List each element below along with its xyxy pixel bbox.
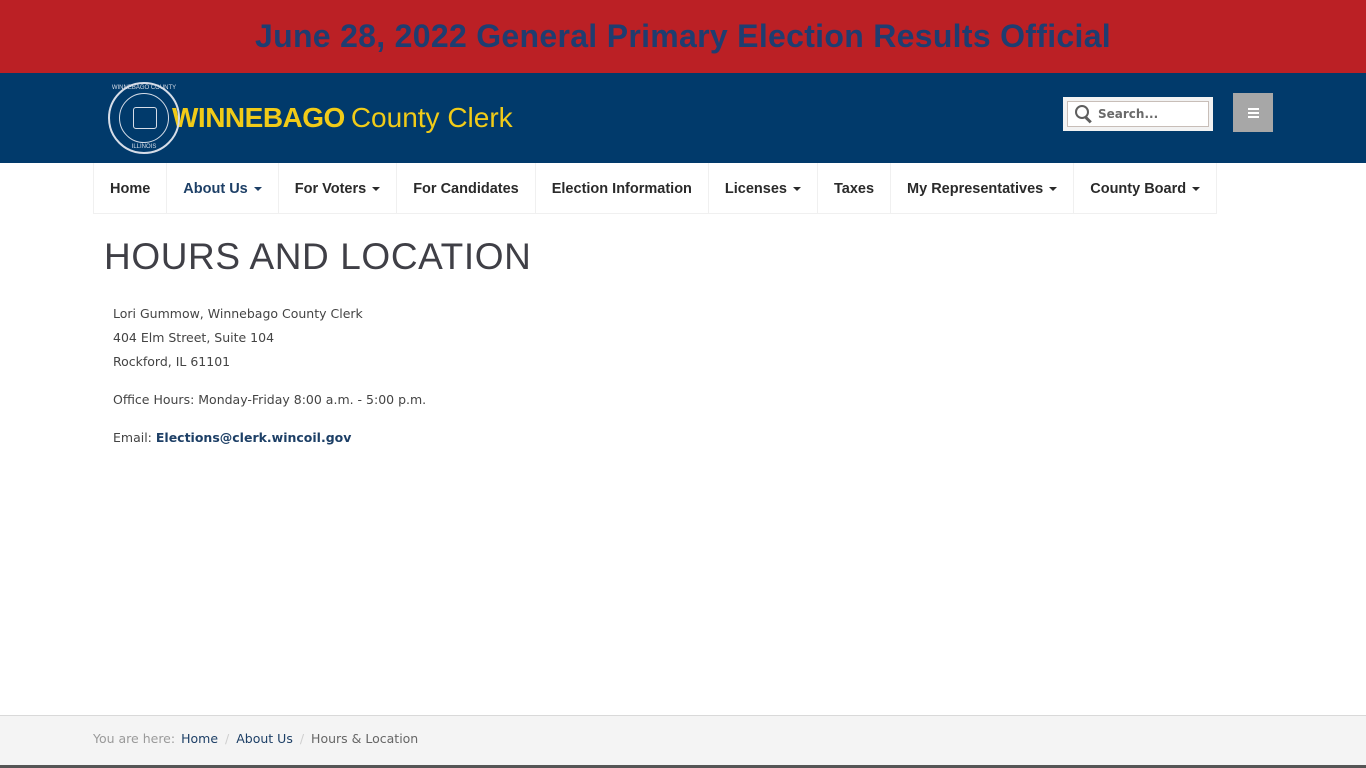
seal-text-top: WINNEBAGO COUNTY bbox=[111, 85, 177, 91]
site-logo[interactable]: WINNEBAGO COUNTY ILLINOIS WINNEBAGO Count… bbox=[108, 82, 513, 154]
caret-down-icon bbox=[1049, 186, 1058, 191]
logo-county-name: WINNEBAGO bbox=[172, 102, 345, 133]
nav-item-licenses[interactable]: Licenses bbox=[709, 163, 818, 214]
county-seal-icon: WINNEBAGO COUNTY ILLINOIS bbox=[108, 82, 180, 154]
nav-item-for-voters[interactable]: For Voters bbox=[279, 163, 398, 214]
county-map-shape bbox=[133, 107, 157, 129]
main-nav: Home About Us For Voters For Candidates … bbox=[93, 163, 1218, 214]
breadcrumb-separator: / bbox=[225, 731, 230, 746]
menu-toggle-button[interactable] bbox=[1233, 93, 1273, 132]
email-line: Email: Elections@clerk.wincoil.gov bbox=[113, 429, 426, 453]
caret-down-icon bbox=[792, 186, 801, 191]
address-city: Rockford, IL 61101 bbox=[113, 354, 231, 369]
nav-item-my-representatives[interactable]: My Representatives bbox=[891, 163, 1075, 214]
hamburger-icon-bar bbox=[1247, 107, 1259, 110]
hamburger-icon-bar bbox=[1247, 111, 1259, 114]
breadcrumb-current: Hours & Location bbox=[311, 731, 419, 746]
office-hours: Office Hours: Monday-Friday 8:00 a.m. - … bbox=[113, 392, 427, 407]
breadcrumb-home[interactable]: Home bbox=[181, 731, 218, 746]
seal-inner-ring bbox=[119, 93, 169, 143]
breadcrumb-label: You are here: bbox=[93, 731, 176, 746]
search-box bbox=[1063, 97, 1213, 131]
nav-label: Licenses bbox=[724, 180, 787, 197]
breadcrumb-separator: / bbox=[299, 731, 305, 746]
search-input[interactable] bbox=[1098, 107, 1208, 121]
breadcrumb-about-us[interactable]: About Us bbox=[236, 731, 293, 746]
nav-item-for-candidates[interactable]: For Candidates bbox=[397, 163, 536, 214]
hamburger-icon-bar bbox=[1247, 115, 1259, 118]
caret-down-icon bbox=[372, 186, 381, 191]
search-icon[interactable] bbox=[1072, 102, 1096, 126]
site-header: WINNEBAGO COUNTY ILLINOIS WINNEBAGO Count… bbox=[0, 73, 1366, 163]
caret-down-icon bbox=[253, 186, 262, 191]
nav-label: For Candidates bbox=[413, 180, 519, 197]
caret-down-icon bbox=[1192, 186, 1201, 191]
email-label: Email: bbox=[113, 430, 156, 445]
page-content: Lori Gummow, Winnebago County Clerk 404 … bbox=[113, 305, 426, 453]
nav-label: County Board bbox=[1090, 180, 1187, 197]
address-name: Lori Gummow, Winnebago County Clerk bbox=[113, 306, 363, 321]
address-street: 404 Elm Street, Suite 104 bbox=[113, 330, 275, 345]
nav-label: About Us bbox=[183, 180, 248, 197]
banner-text[interactable]: June 28, 2022 General Primary Election R… bbox=[255, 18, 1111, 55]
nav-item-election-information[interactable]: Election Information bbox=[536, 163, 709, 214]
nav-item-home[interactable]: Home bbox=[94, 163, 168, 214]
nav-label: Home bbox=[110, 180, 151, 197]
logo-text: WINNEBAGO County Clerk bbox=[172, 102, 513, 134]
logo-office-name: County Clerk bbox=[350, 102, 513, 133]
email-link[interactable]: Elections@clerk.wincoil.gov bbox=[156, 430, 352, 445]
nav-label: For Voters bbox=[294, 180, 367, 197]
nav-item-about-us[interactable]: About Us bbox=[167, 163, 279, 214]
search-field-wrapper bbox=[1067, 101, 1209, 127]
nav-label: Taxes bbox=[833, 180, 875, 197]
seal-text-bottom: ILLINOIS bbox=[131, 144, 157, 150]
nav-item-taxes[interactable]: Taxes bbox=[818, 163, 892, 214]
nav-label: Election Information bbox=[551, 180, 692, 197]
nav-label: My Representatives bbox=[907, 180, 1044, 197]
breadcrumb: You are here: Home / About Us / Hours & … bbox=[93, 731, 418, 746]
announcement-banner[interactable]: June 28, 2022 General Primary Election R… bbox=[0, 0, 1366, 73]
page-title: HOURS AND LOCATION bbox=[104, 236, 532, 277]
nav-item-county-board[interactable]: County Board bbox=[1074, 163, 1218, 214]
